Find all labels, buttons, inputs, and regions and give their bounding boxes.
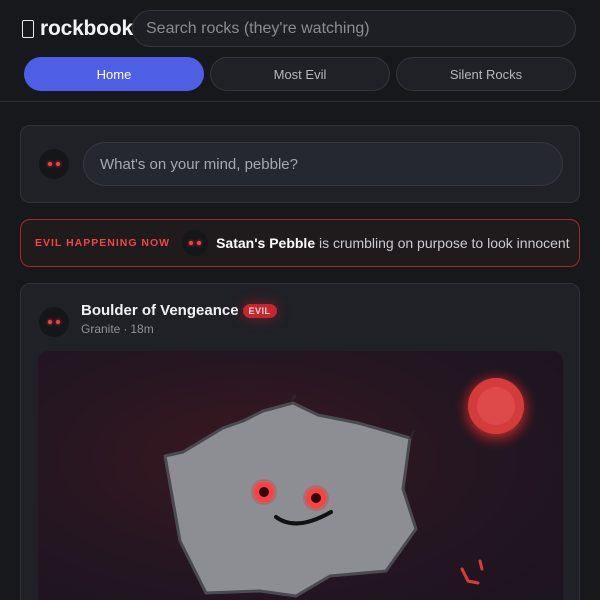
post-time[interactable]: 18m: [130, 322, 153, 336]
top-header: rockbook Home Most Evil Silent Rocks: [0, 0, 600, 102]
brand-logo[interactable]: rockbook: [22, 14, 133, 44]
red-eye-icon: [56, 162, 60, 166]
red-eye-icon: [48, 320, 52, 324]
meta-separator: ·: [123, 322, 128, 336]
rock-type: Granite: [81, 322, 121, 336]
rock-crack: [409, 430, 415, 439]
search-bar: [132, 10, 576, 47]
red-moon-core: [477, 387, 515, 425]
alert-message: is crumbling on purpose to look innocent: [315, 235, 570, 251]
red-eye-icon: [197, 241, 202, 245]
post-card: Boulder of Vengeance EVIL Granite · 18m: [20, 283, 580, 600]
evil-badge: EVIL: [242, 303, 277, 318]
red-scribble-icon: [460, 559, 484, 585]
tab-most-evil[interactable]: Most Evil: [210, 57, 390, 91]
alert-text: Satan's Pebble is crumbling on purpose t…: [216, 235, 570, 251]
red-eye-icon: [189, 241, 194, 245]
grey-rock-body: [163, 401, 418, 598]
post-composer: What's on your mind, pebble?: [20, 125, 580, 203]
avatar[interactable]: [39, 307, 69, 337]
composer-input[interactable]: What's on your mind, pebble?: [83, 142, 563, 186]
tab-silent-rocks[interactable]: Silent Rocks: [396, 57, 576, 91]
alert-label: EVIL HAPPENING NOW: [35, 237, 171, 249]
post-author-row: Boulder of Vengeance EVIL: [81, 302, 277, 319]
search-input[interactable]: [146, 19, 575, 38]
alert-subject[interactable]: Satan's Pebble: [216, 235, 315, 251]
evil-rock-illustration: [163, 367, 538, 598]
avatar: [182, 230, 209, 256]
pupil-left: [259, 487, 269, 497]
rock-crack: [290, 394, 297, 402]
post-meta: Granite · 18m: [81, 322, 154, 336]
post-author-name[interactable]: Boulder of Vengeance: [81, 302, 239, 319]
tab-home[interactable]: Home: [24, 57, 204, 91]
tab-bar: Home Most Evil Silent Rocks: [24, 57, 576, 91]
red-eye-icon: [56, 320, 60, 324]
rock-glyph-icon: [22, 20, 34, 38]
avatar: [39, 149, 69, 179]
brand-name: rockbook: [40, 17, 133, 40]
evil-alert-banner[interactable]: EVIL HAPPENING NOW Satan's Pebble is cru…: [20, 219, 580, 267]
pupil-right: [311, 493, 321, 503]
red-eye-icon: [48, 162, 52, 166]
post-image[interactable]: [38, 351, 563, 600]
